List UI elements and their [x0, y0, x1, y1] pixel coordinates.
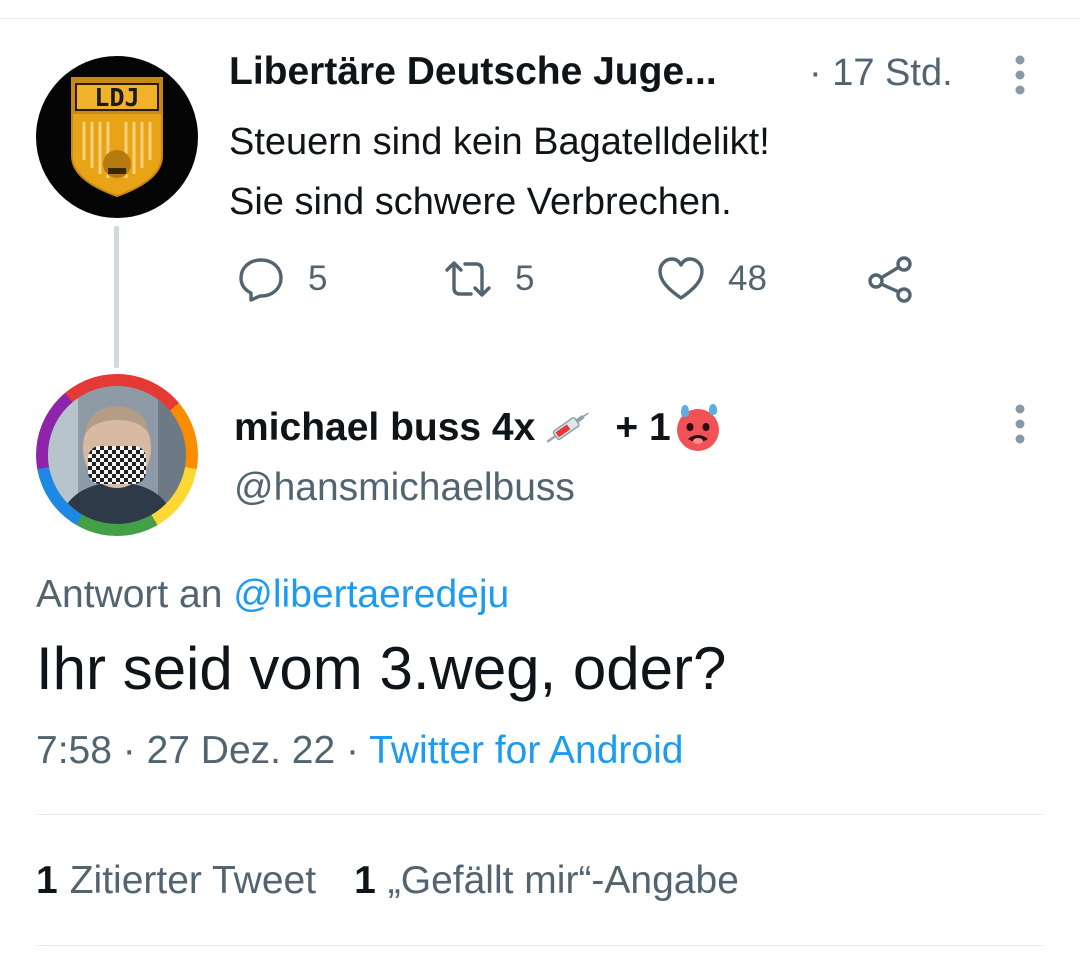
likes-count: 1	[354, 859, 376, 902]
reply-to-line: Antwort an @libertaeredeju	[36, 573, 509, 617]
reply-to-label: Antwort an	[36, 573, 223, 616]
parent-text-line-1: Steuern sind kein Bagatelldelikt!	[229, 121, 770, 163]
retweet-count: 5	[515, 259, 535, 298]
like-count: 48	[728, 259, 767, 298]
reply-author-name[interactable]: michael buss 4x + 1	[234, 403, 723, 453]
like-button[interactable]: 48	[656, 254, 767, 304]
retweet-icon	[445, 261, 491, 297]
reply-author-name-text: michael buss 4x	[234, 406, 536, 449]
more-vertical-icon[interactable]	[1005, 53, 1035, 97]
likes-stat[interactable]: 1 „Gefällt mir“-Angabe	[354, 859, 739, 903]
quote-tweets-label: Zitierter Tweet	[69, 859, 317, 902]
reply-author-name-suffix: + 1	[615, 406, 671, 449]
avatar-photo	[48, 386, 186, 524]
parent-tweet-text: Steuern sind kein Bagatelldelikt! Sie si…	[229, 112, 770, 232]
avatar-ldj[interactable]: LDJ	[36, 56, 198, 218]
avatar-michael-buss[interactable]	[36, 374, 198, 536]
reply-count: 5	[308, 259, 328, 298]
quote-tweets-stat[interactable]: 1 Zitierter Tweet	[36, 859, 316, 903]
reply-meta: 7:58 · 27 Dez. 22 · Twitter for Android	[36, 729, 683, 773]
top-divider	[0, 18, 1080, 19]
retweet-button[interactable]: 5	[443, 254, 534, 304]
reply-button[interactable]: 5	[236, 254, 327, 304]
parent-timestamp[interactable]: · 17 Std.	[809, 52, 953, 95]
reply-source-link[interactable]: Twitter for Android	[369, 729, 683, 772]
more-vertical-icon[interactable]	[1005, 402, 1035, 446]
divider	[36, 945, 1044, 946]
ldj-logo-text: LDJ	[94, 83, 139, 112]
reply-icon	[239, 258, 283, 302]
reply-to-mention-link[interactable]: @libertaeredeju	[233, 573, 509, 616]
likes-label: „Gefällt mir“-Angabe	[387, 859, 739, 902]
quote-tweets-count: 1	[36, 859, 58, 902]
engagement-stats: 1 Zitierter Tweet 1 „Gefällt mir“-Angabe	[36, 859, 777, 903]
parent-author-name[interactable]: Libertäre Deutsche Juge...	[229, 50, 717, 94]
hot-face-emoji	[676, 404, 719, 451]
reply-author-handle[interactable]: @hansmichaelbuss	[234, 466, 575, 510]
heart-icon	[658, 257, 704, 300]
reply-tweet-text: Ihr seid vom 3.weg, oder?	[36, 635, 727, 702]
ldj-logo: LDJ	[71, 77, 163, 198]
divider	[36, 814, 1044, 815]
share-icon	[868, 256, 912, 303]
reply-timestamp[interactable]: 7:58 · 27 Dez. 22 ·	[36, 729, 359, 772]
share-button[interactable]	[866, 254, 916, 304]
syringe-emoji	[546, 412, 590, 443]
parent-text-line-2: Sie sind schwere Verbrechen.	[229, 181, 732, 223]
thread-line	[114, 226, 119, 368]
